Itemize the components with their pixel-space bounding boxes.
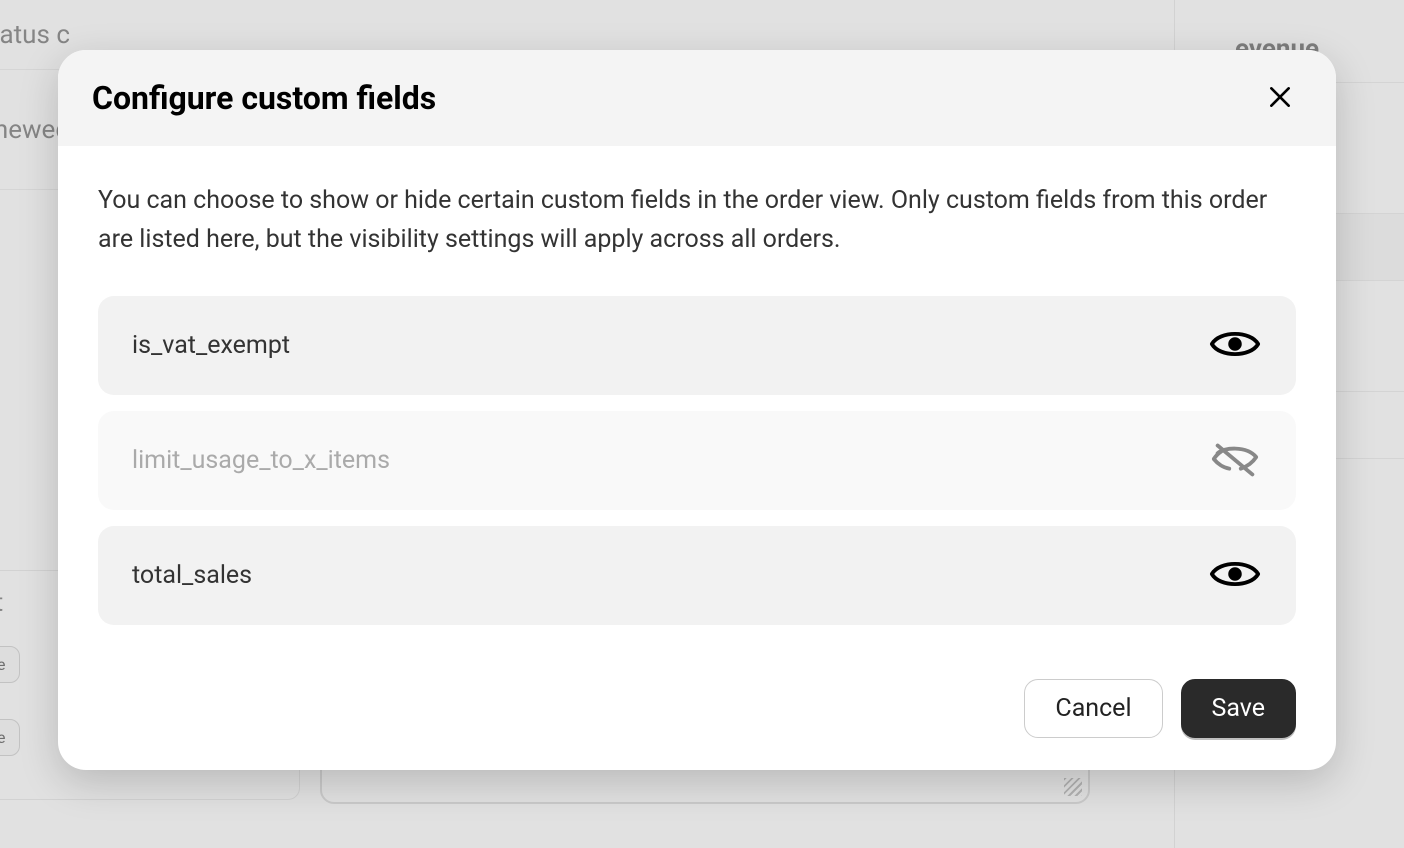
- visibility-toggle[interactable]: [1208, 439, 1262, 482]
- visibility-toggle[interactable]: [1208, 324, 1262, 367]
- cancel-button[interactable]: Cancel: [1024, 679, 1162, 738]
- field-label: is_vat_exempt: [132, 331, 290, 360]
- field-label: total_sales: [132, 561, 252, 590]
- close-button[interactable]: [1258, 76, 1302, 120]
- save-button[interactable]: Save: [1181, 679, 1296, 738]
- close-icon: [1267, 84, 1293, 113]
- visibility-toggle[interactable]: [1208, 554, 1262, 597]
- modal-header: Configure custom fields: [58, 50, 1336, 146]
- eye-off-icon: [1208, 439, 1262, 482]
- modal-description: You can choose to show or hide certain c…: [98, 182, 1296, 260]
- field-row-is-vat-exempt: is_vat_exempt: [98, 296, 1296, 395]
- modal-title: Configure custom fields: [92, 79, 436, 117]
- field-row-limit-usage: limit_usage_to_x_items: [98, 411, 1296, 510]
- modal-footer: Cancel Save: [58, 669, 1336, 770]
- field-label: limit_usage_to_x_items: [132, 446, 390, 475]
- eye-icon: [1208, 554, 1262, 597]
- configure-custom-fields-modal: Configure custom fields You can choose t…: [58, 50, 1336, 770]
- eye-icon: [1208, 324, 1262, 367]
- modal-body: You can choose to show or hide certain c…: [58, 146, 1336, 669]
- field-row-total-sales: total_sales: [98, 526, 1296, 625]
